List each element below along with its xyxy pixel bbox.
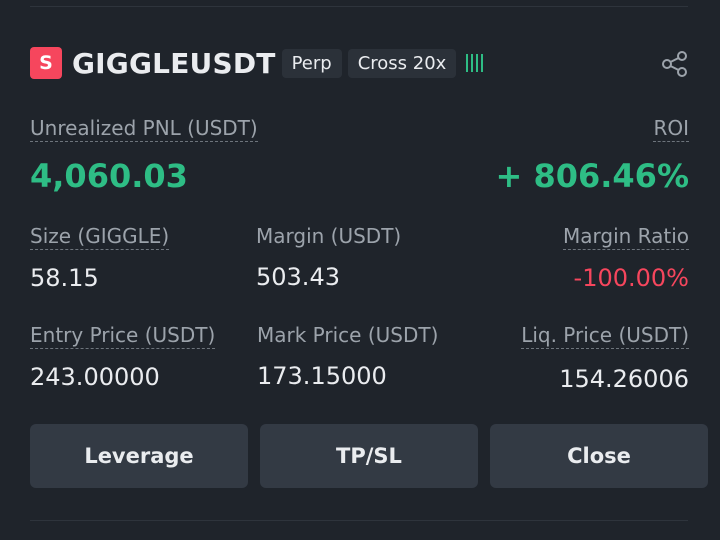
roi-value: + 806.46% (495, 157, 690, 195)
entry-price-value: 243.00000 (30, 363, 160, 391)
mark-price-label: Mark Price (USDT) (257, 323, 439, 347)
margin-ratio-label[interactable]: Margin Ratio (562, 224, 689, 250)
entry-price-label[interactable]: Entry Price (USDT) (30, 323, 216, 349)
unrealized-pnl-label[interactable]: Unrealized PNL (USDT) (30, 116, 258, 142)
roi-label[interactable]: ROI (653, 116, 689, 142)
coin-badge: S (30, 47, 62, 79)
tpsl-button[interactable]: TP/SL (260, 424, 478, 488)
share-icon[interactable] (660, 49, 690, 79)
size-value: 58.15 (30, 264, 99, 292)
liq-price-value: 154.26006 (559, 365, 689, 393)
margin-value: 503.43 (256, 263, 340, 291)
unrealized-pnl-value: 4,060.03 (30, 157, 188, 195)
signal-bars-icon (466, 53, 484, 73)
symbol-title[interactable]: GIGGLEUSDT (72, 47, 276, 80)
margin-mode-tag[interactable]: Cross 20x (347, 48, 457, 78)
leverage-button[interactable]: Leverage (30, 424, 248, 488)
margin-ratio-value: -100.00% (573, 264, 689, 292)
top-divider (30, 6, 688, 7)
mark-price-value: 173.15000 (257, 362, 387, 390)
size-label[interactable]: Size (GIGGLE) (30, 224, 170, 250)
position-header: S GIGGLEUSDT Perp Cross 20x (30, 47, 484, 80)
perp-tag: Perp (281, 48, 342, 78)
margin-label: Margin (USDT) (256, 224, 402, 248)
bottom-divider (30, 520, 688, 521)
liq-price-label[interactable]: Liq. Price (USDT) (521, 323, 689, 349)
close-position-button[interactable]: Close (490, 424, 708, 488)
